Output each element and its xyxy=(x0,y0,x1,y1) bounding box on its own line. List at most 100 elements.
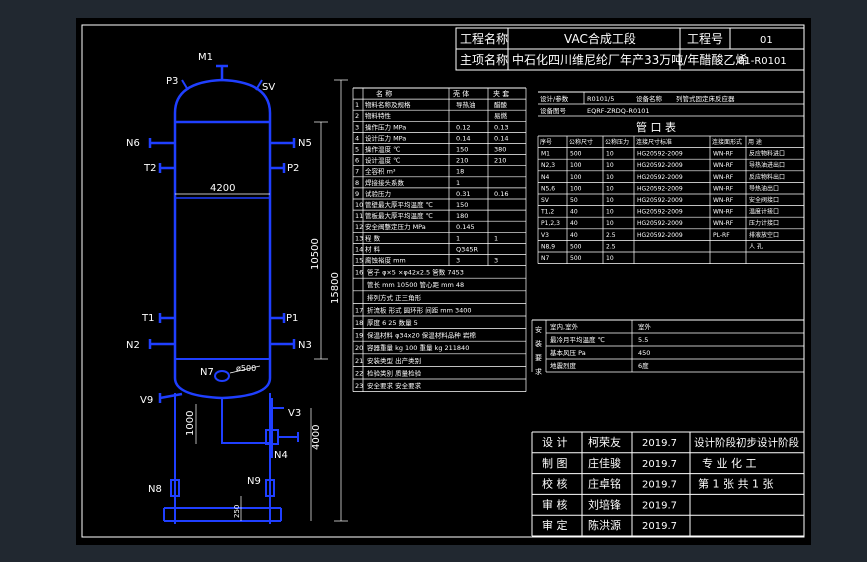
design-row-value: 室外 xyxy=(638,322,652,331)
spec-lower-num: 23 xyxy=(355,382,363,390)
spec-row-name: 安全阀整定压力 MPa xyxy=(365,222,426,231)
nozzle-cell: 500 xyxy=(570,151,582,158)
nozzle-header-value: EQRF-ZRDQ-R0101 xyxy=(587,107,650,115)
nozzle-label-p3: P3 xyxy=(166,76,178,87)
nozzle-label-m1: M1 xyxy=(198,52,213,63)
nozzle-cell: 导热油出口 xyxy=(749,184,779,192)
nozzle-cell: HG20592-2009 xyxy=(637,174,683,181)
item-name-label: 主项名称 xyxy=(460,52,508,67)
nozzle-cell: HG20592-2009 xyxy=(637,162,683,169)
nozzle-cell: 500 xyxy=(570,243,582,250)
nozzle-label-t1: T1 xyxy=(141,313,154,324)
nozzle-header-label: 设备图号 xyxy=(540,106,567,115)
design-row-label: 地震烈度 xyxy=(550,361,577,370)
nozzle-cell: WN-RF xyxy=(713,209,734,216)
nozzle-label-p1: P1 xyxy=(286,313,298,324)
nozzle-cell: 排液放空口 xyxy=(749,231,779,239)
nozzle-label-n3: N3 xyxy=(298,340,312,351)
signature-role: 制 图 xyxy=(542,457,568,470)
nozzle-label-v9: V9 xyxy=(140,395,153,406)
project-no-label: 工程号 xyxy=(687,31,723,46)
spec-header: 壳 体 xyxy=(453,89,469,98)
nozzle-cell: WN-RF xyxy=(713,220,734,227)
cad-drawing: M1 P3 SV N6 N5 T2 P2 T1 P1 N2 N3 N7 V9 V… xyxy=(81,24,805,538)
signature-name: 庄卓铭 xyxy=(588,477,621,491)
spec-row-name: 全容积 m³ xyxy=(365,167,396,176)
spec-lower-row: 管子 φ×5 ×φ42x2.5 管数 7453 xyxy=(367,268,464,277)
spec-row-num: 8 xyxy=(355,179,359,187)
spec-lower-num: 21 xyxy=(355,357,363,365)
spec-header: 名 称 xyxy=(376,89,392,98)
design-row-label: 基本风压 Pa xyxy=(550,348,586,357)
design-side-label: 要 xyxy=(535,354,542,362)
spec-lower-row: 安全要求 安全要求 xyxy=(367,381,422,390)
signature-role: 设 计 xyxy=(542,436,568,449)
nozzle-cell: 500 xyxy=(570,255,582,262)
signature-name: 刘培锋 xyxy=(588,497,621,511)
signature-date: 2019.7 xyxy=(642,459,677,470)
spec-row-jacket: 210 xyxy=(494,157,506,165)
spec-row-num: 11 xyxy=(355,212,363,220)
signature-date: 2019.7 xyxy=(642,500,677,511)
nozzle-header-value: 列管式固定床反应器 xyxy=(676,94,735,103)
nozzle-label-n8: N8 xyxy=(148,484,162,495)
discipline: 专 业 化 工 xyxy=(702,456,757,470)
nozzle-cell: 10 xyxy=(606,185,614,192)
dim-250: 250 xyxy=(233,505,241,518)
spec-lower-row: 保温材料 φ34x20 保温材料品种 岩棉 xyxy=(367,331,476,340)
spec-row-name: 设计压力 MPa xyxy=(365,133,406,142)
spec-lower-row: 折流板 形式 圆环形 间距 mm 3400 xyxy=(367,305,472,314)
spec-lower-row: 容器重量 kg 100 重量 kg 211840 xyxy=(367,343,469,352)
spec-row-num: 6 xyxy=(355,157,359,165)
design-row-value: 5.5 xyxy=(638,336,648,344)
nozzle-cell: 10 xyxy=(606,151,614,158)
nozzle-label-n5: N5 xyxy=(298,138,312,149)
dim-1000: 1000 xyxy=(185,411,196,436)
nozzle-cell: 50 xyxy=(570,197,578,204)
signature-role: 审 定 xyxy=(542,518,568,532)
nozzle-cell: HG20592-2009 xyxy=(637,220,683,227)
spec-header: 夹 套 xyxy=(493,89,509,98)
nozzle-col-header: 公称尺寸 xyxy=(569,138,593,146)
nozzle-cell: HG20592-2009 xyxy=(637,151,683,158)
spec-row-num: 15 xyxy=(355,257,363,265)
spec-row-name: 物料名称及规格 xyxy=(365,100,411,109)
spec-row-name: 腐蚀裕度 mm xyxy=(365,256,406,265)
nozzle-header-label: 设备名称 xyxy=(636,94,663,103)
nozzle-cell: 导热油进出口 xyxy=(749,161,785,169)
signature-role: 审 核 xyxy=(542,497,568,511)
spec-lower-row: 检验类别 质量检验 xyxy=(367,368,422,377)
nozzle-label-p2: P2 xyxy=(287,163,299,174)
nozzle-col-header: 连接尺寸标准 xyxy=(636,138,672,146)
dim-4000: 4000 xyxy=(311,425,322,450)
spec-lower-num: 19 xyxy=(355,332,363,340)
nozzle-cell: 10 xyxy=(606,174,614,181)
spec-lower-num: 20 xyxy=(355,344,363,352)
signature-name: 陈洪源 xyxy=(588,518,621,532)
dim-15800: 15800 xyxy=(330,272,341,304)
nozzle-cell: 100 xyxy=(570,162,582,169)
design-side-label: 装 xyxy=(535,339,542,348)
spec-row-name: 设计温度 ℃ xyxy=(365,156,400,165)
design-side-label: 安 xyxy=(535,325,542,334)
spec-lower-num: 18 xyxy=(355,319,363,327)
spec-row-jacket: 易燃 xyxy=(494,111,508,120)
nozzle-cell: HG20592-2009 xyxy=(637,197,683,204)
spec-row-shell: 0.14 xyxy=(456,134,470,142)
spec-row-num: 2 xyxy=(355,112,359,120)
nozzle-cell: T1,2 xyxy=(540,209,554,216)
nozzle-cell: HG20592-2009 xyxy=(637,185,683,192)
nozzle-cell: 10 xyxy=(606,255,614,262)
nozzle-cell: 40 xyxy=(570,209,578,216)
spec-row-jacket: 0.13 xyxy=(494,123,508,131)
nozzle-cell: 40 xyxy=(570,232,578,239)
spec-row-shell: 150 xyxy=(456,146,468,154)
spec-row-shell: 210 xyxy=(456,157,468,165)
nozzle-cell: WN-RF xyxy=(713,174,734,181)
nozzle-cell: 2.5 xyxy=(606,243,616,250)
nozzle-cell: P1,2,3 xyxy=(541,220,560,227)
spec-lower-row: 厚度 6 25 数量 5 xyxy=(367,318,418,327)
spec-row-name: 管板最大厚平均温度 ℃ xyxy=(365,211,433,220)
signature-block: 设 计 柯荣友 2019.7 制 图 庄佳骏 2019.7 校 核 庄卓铭 2019.7 审 核 刘… xyxy=(531,431,805,537)
spec-lower-row: 管长 mm 10500 管心距 mm 48 xyxy=(367,280,464,289)
